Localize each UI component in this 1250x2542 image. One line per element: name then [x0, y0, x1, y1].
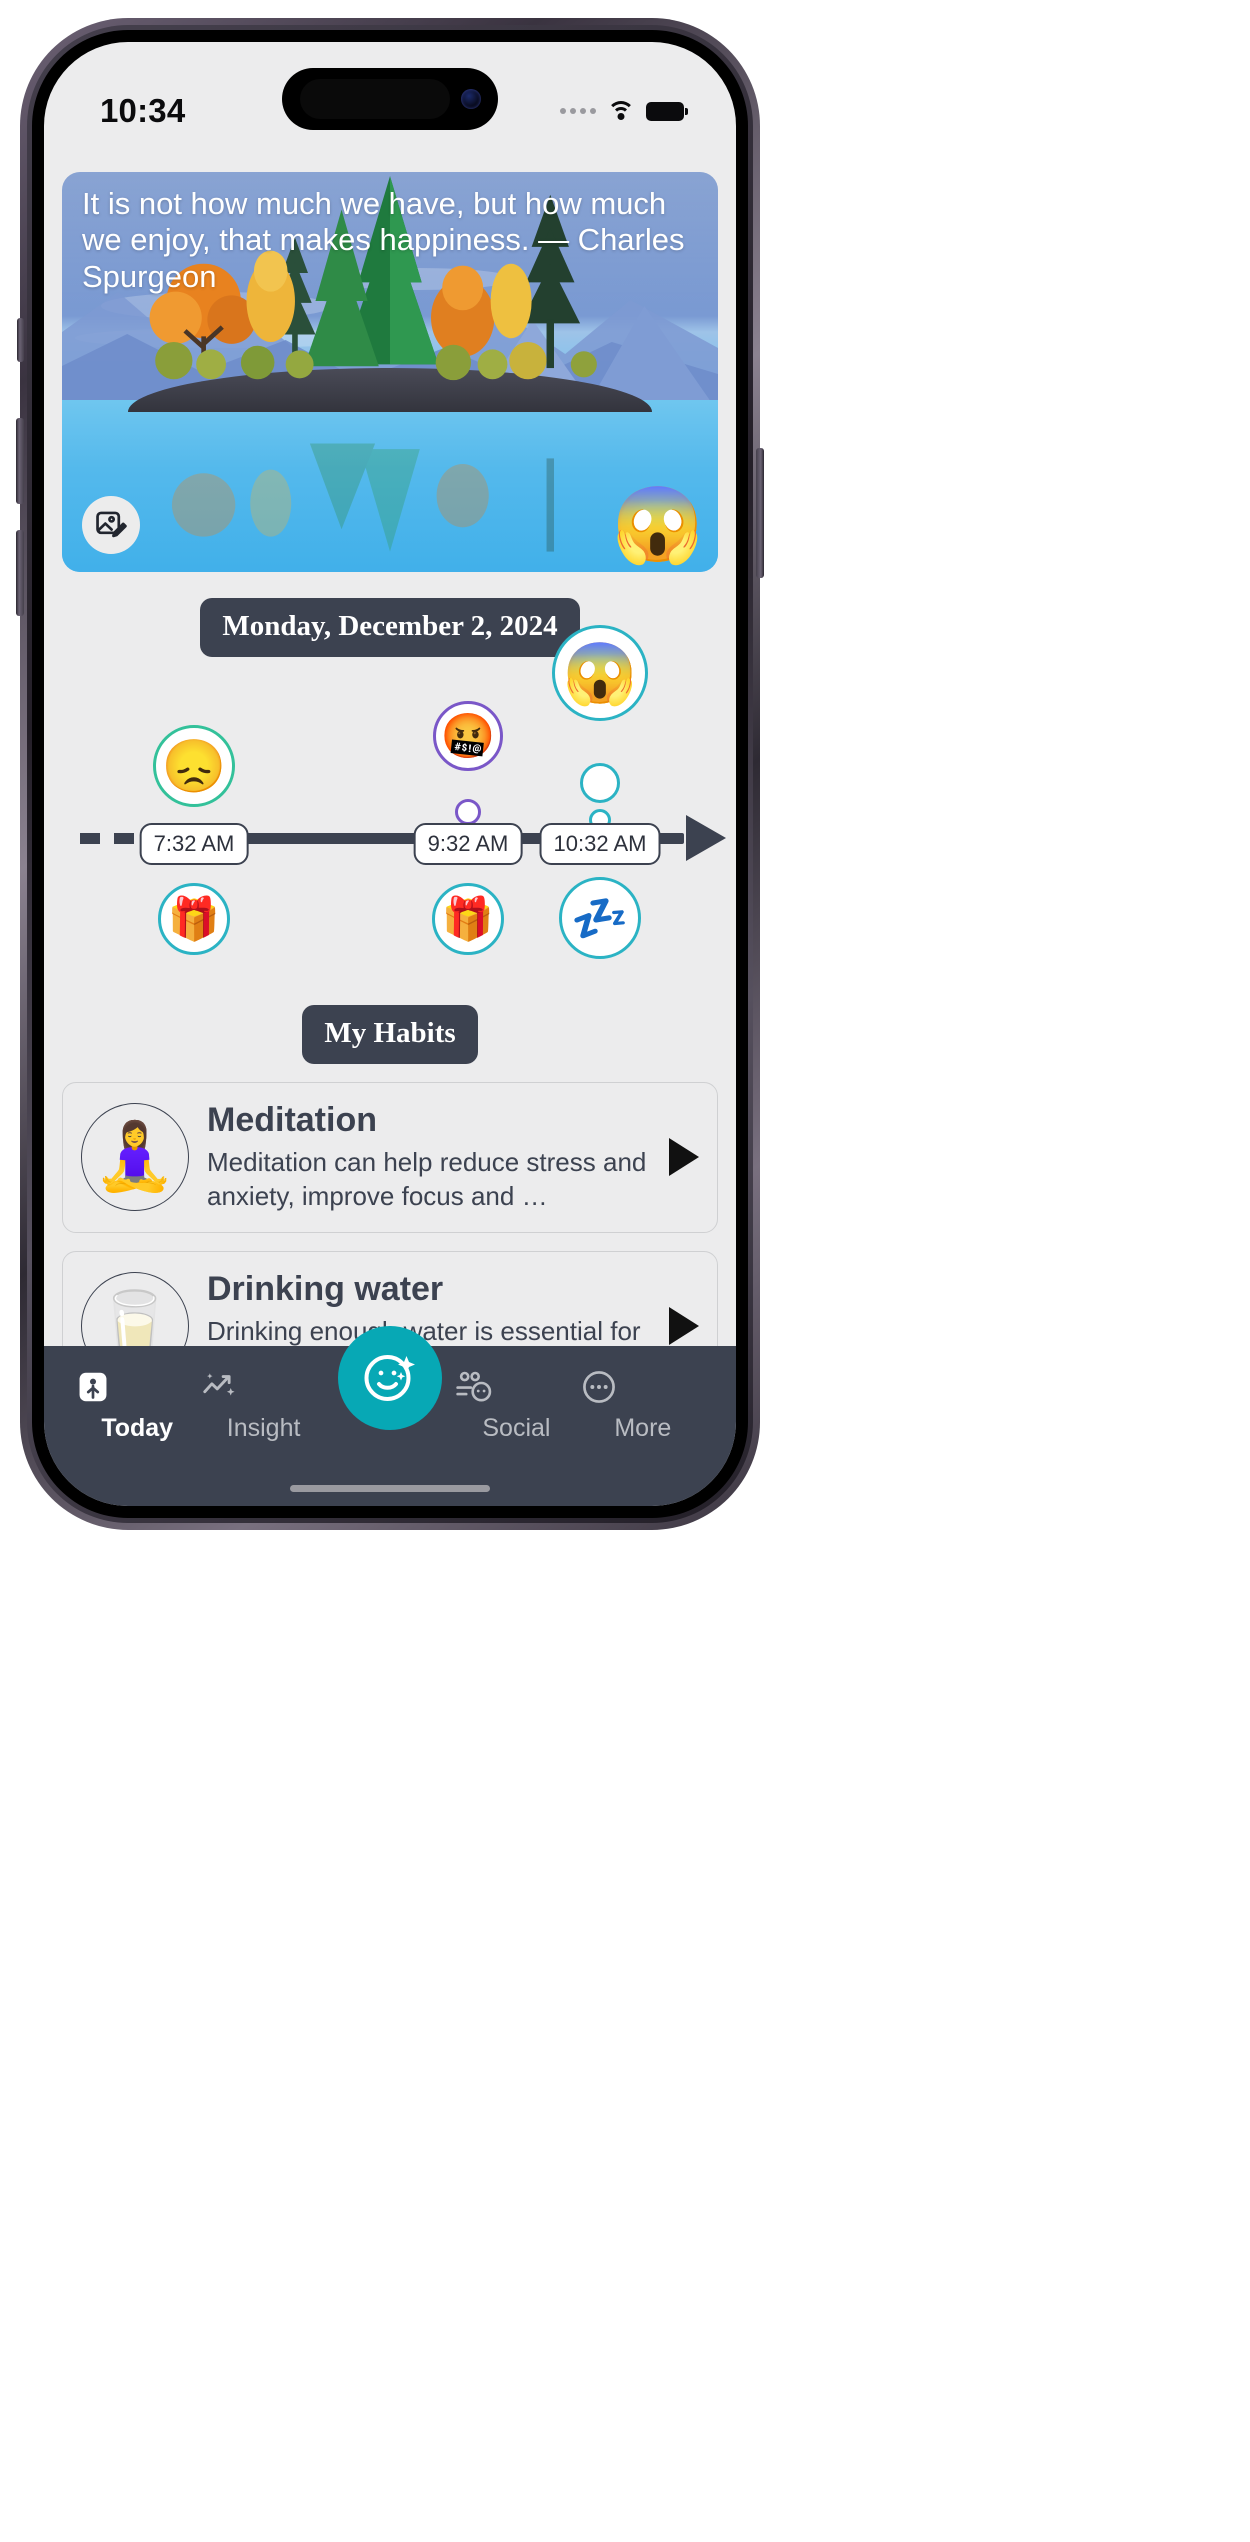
screenshot-root: 10:34 It is not how much we have, but ho… — [0, 0, 1250, 2542]
volume-down-button[interactable] — [16, 530, 24, 616]
mute-switch[interactable] — [17, 318, 24, 362]
timeline-reward-bubble[interactable]: 💤 — [559, 877, 641, 959]
power-button[interactable] — [756, 448, 764, 578]
disappointed-face-emoji: 😞 — [161, 737, 227, 796]
nav-item-insight[interactable]: Insight — [200, 1368, 326, 1443]
cursing-face-emoji: 🤬 — [440, 712, 496, 761]
timeline-mood-bubble[interactable]: 😞 — [153, 725, 235, 807]
habit-card[interactable]: 🧘‍♀️ Meditation Meditation can help redu… — [62, 1082, 718, 1233]
nav-item-more[interactable]: More — [580, 1368, 706, 1443]
smiley-sparkle-icon — [364, 1355, 415, 1401]
sleep-emoji: 💤 — [571, 891, 629, 944]
nav-label-insight: Insight — [226, 1414, 301, 1442]
timeline-connector-dot — [580, 763, 620, 803]
timeline-mood-bubble[interactable]: 🤬 — [433, 701, 503, 771]
nav-item-social[interactable]: Social — [453, 1368, 579, 1443]
home-indicator — [290, 1485, 490, 1492]
cellular-dots-icon — [560, 108, 596, 114]
image-edit-icon[interactable] — [82, 496, 140, 554]
phone-band: 10:34 It is not how much we have, but ho… — [27, 25, 753, 1523]
habit-text-block: Meditation Meditation can help reduce st… — [207, 1101, 651, 1214]
meditating-person-icon: 🧘‍♀️ — [81, 1103, 189, 1212]
battery-icon — [646, 101, 688, 121]
timeline-reward-bubble[interactable]: 🎁 — [158, 883, 230, 955]
habits-header-row: My Habits — [44, 1005, 736, 1064]
quote-mood-emoji: 😱 — [611, 483, 704, 566]
app-content: It is not how much we have, but how much… — [44, 42, 736, 1506]
trending-sparkle-icon — [203, 1373, 235, 1396]
timeline-mood-bubble[interactable]: 😱 — [552, 625, 648, 721]
phone-frame: 10:34 It is not how much we have, but ho… — [16, 18, 764, 1530]
timeline-connector-dot — [455, 799, 481, 825]
nav-label-today: Today — [101, 1414, 174, 1442]
habits-title-pill[interactable]: My Habits — [302, 1005, 478, 1064]
habit-description: Meditation can help reduce stress and an… — [207, 1147, 647, 1211]
quote-text: It is not how much we have, but how much… — [82, 186, 685, 294]
people-chat-icon — [456, 1371, 492, 1402]
mood-timeline: 😞 🤬 😱 7:32 AM 9:32 AM 10:32 AM 🎁 🎁 💤 — [44, 625, 736, 983]
add-mood-fab[interactable] — [338, 1326, 442, 1430]
timeline-time-pill[interactable]: 10:32 AM — [539, 823, 661, 865]
phone-screen: 10:34 It is not how much we have, but ho… — [44, 42, 736, 1506]
play-icon[interactable] — [669, 1138, 699, 1177]
habit-title: Drinking water — [207, 1269, 444, 1308]
dynamic-island — [282, 68, 498, 130]
timeline-time-pill[interactable]: 9:32 AM — [413, 823, 523, 865]
phone-body: 10:34 It is not how much we have, but ho… — [32, 30, 748, 1518]
status-clock: 10:34 — [100, 92, 186, 129]
quote-card[interactable]: It is not how much we have, but how much… — [62, 172, 718, 572]
gift-emoji: 🎁 — [167, 894, 221, 942]
status-indicators — [560, 100, 688, 122]
front-camera-icon — [461, 89, 481, 109]
timeline-reward-bubble[interactable]: 🎁 — [432, 883, 504, 955]
nav-label-more: More — [614, 1414, 672, 1442]
ellipsis-circle-icon — [582, 1371, 615, 1403]
habit-title: Meditation — [207, 1101, 377, 1139]
today-calendar-icon — [79, 1372, 107, 1402]
nav-label-social: Social — [482, 1414, 551, 1442]
nav-item-today[interactable]: Today — [74, 1368, 200, 1443]
island-pill — [300, 79, 450, 119]
timeline-time-pill[interactable]: 7:32 AM — [139, 823, 249, 865]
habit-avatar-emoji: 🧘‍♀️ — [93, 1119, 177, 1194]
screaming-face-emoji: 😱 — [562, 639, 638, 707]
wifi-icon — [607, 100, 635, 122]
timeline-arrow-icon — [686, 815, 726, 861]
date-pill[interactable]: Monday, December 2, 2024 — [200, 598, 580, 657]
gift-emoji: 🎁 — [441, 894, 495, 942]
play-icon[interactable] — [669, 1306, 699, 1345]
volume-up-button[interactable] — [16, 418, 24, 504]
